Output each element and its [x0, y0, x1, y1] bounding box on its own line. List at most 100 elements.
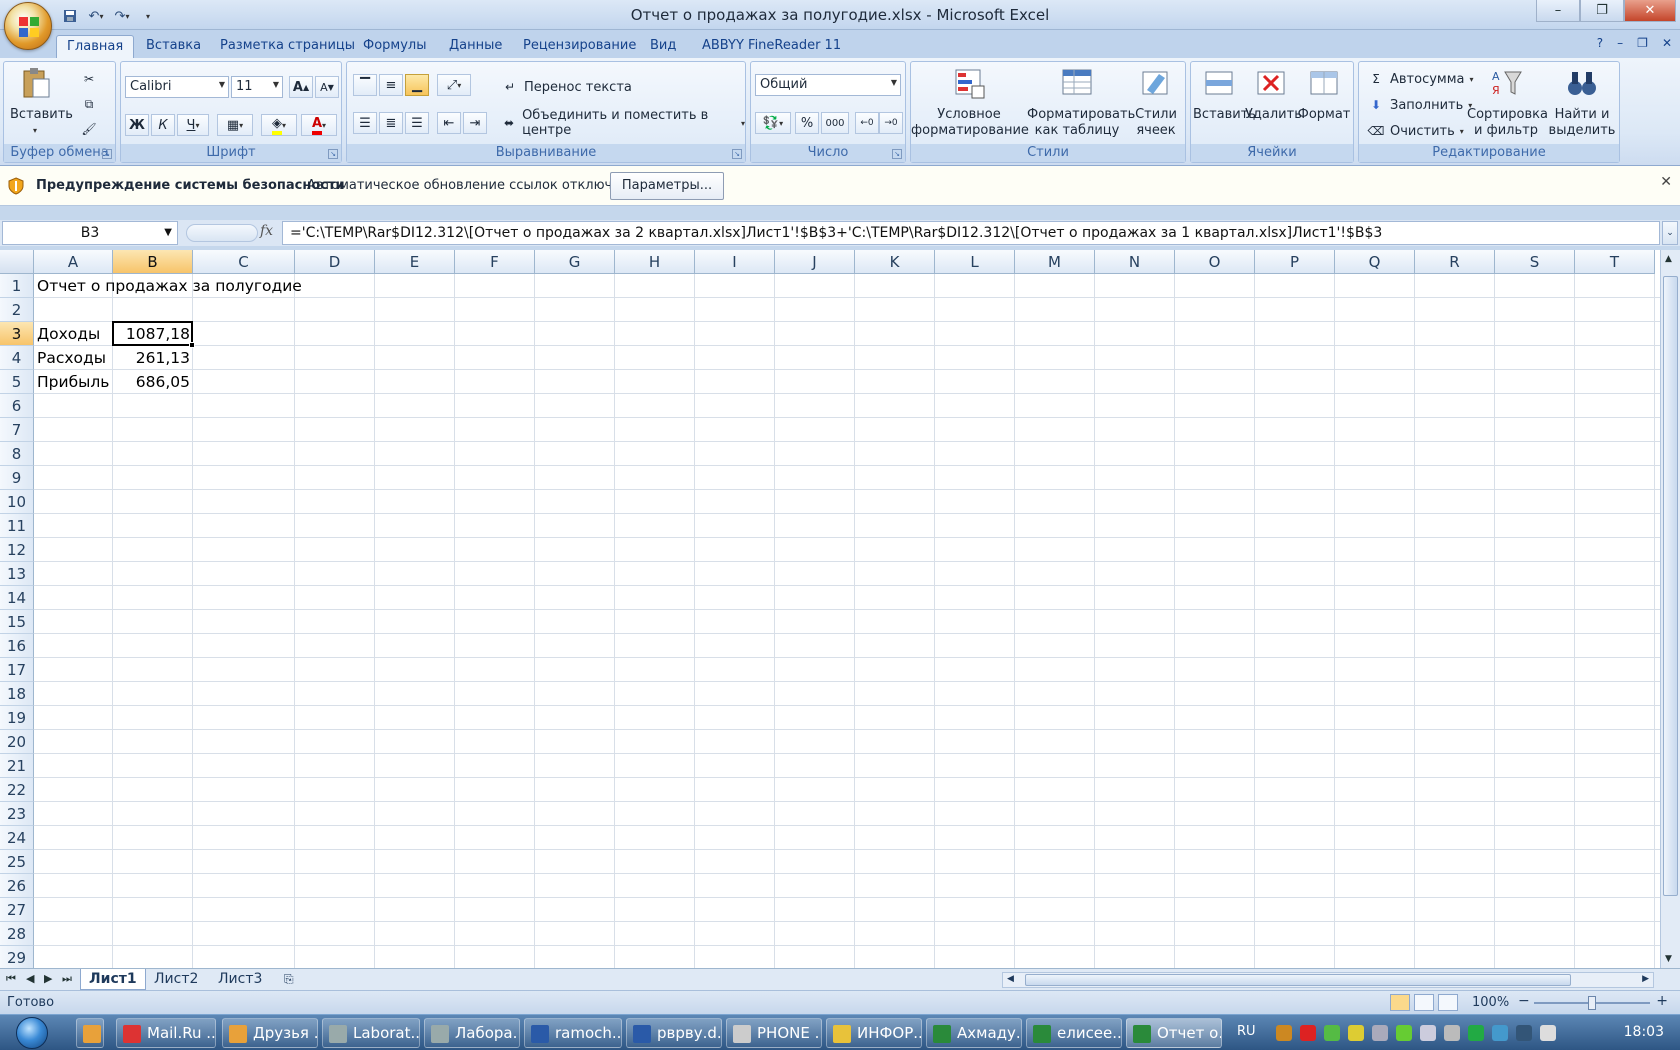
- align-left-button[interactable]: ☰: [353, 112, 377, 134]
- tray-network-icon[interactable]: [1372, 1025, 1388, 1041]
- cell-b5[interactable]: 686,05: [113, 370, 193, 394]
- prev-sheet-icon[interactable]: ◀: [26, 972, 34, 985]
- tray-utility-icon[interactable]: [1396, 1025, 1412, 1041]
- next-sheet-icon[interactable]: ▶: [44, 972, 52, 985]
- fill-color-button[interactable]: ◈ ▾: [261, 114, 297, 136]
- grow-font-button[interactable]: A ▲: [289, 76, 313, 98]
- page-break-view-icon[interactable]: [1438, 994, 1458, 1011]
- horizontal-scrollbar[interactable]: ◀ ▶: [1002, 972, 1654, 988]
- column-header-g[interactable]: G: [535, 250, 615, 274]
- row-header-18[interactable]: 18: [0, 682, 34, 706]
- column-header-q[interactable]: Q: [1335, 250, 1415, 274]
- page-layout-view-icon[interactable]: [1414, 994, 1434, 1011]
- row-header-15[interactable]: 15: [0, 610, 34, 634]
- clipboard-launcher-icon[interactable]: ↘: [102, 149, 112, 159]
- align-bottom-button[interactable]: ▁: [405, 74, 429, 96]
- scroll-up-icon[interactable]: ▲: [1665, 254, 1672, 264]
- ribbon-close-icon[interactable]: ✕: [1662, 36, 1672, 50]
- row-header-27[interactable]: 27: [0, 898, 34, 922]
- taskbar-item[interactable]: Mail.Ru ...: [116, 1018, 216, 1048]
- column-header-s[interactable]: S: [1495, 250, 1575, 274]
- row-header-3[interactable]: 3: [0, 322, 34, 346]
- cell-b4[interactable]: 261,13: [113, 346, 193, 370]
- row-header-28[interactable]: 28: [0, 922, 34, 946]
- row-header-4[interactable]: 4: [0, 346, 34, 370]
- format-as-table-button[interactable]: Форматировать как таблицу: [1027, 66, 1135, 139]
- normal-view-icon[interactable]: [1390, 994, 1410, 1011]
- row-header-24[interactable]: 24: [0, 826, 34, 850]
- cell-a3[interactable]: Доходы: [34, 322, 103, 346]
- format-painter-button[interactable]: 🖌: [80, 118, 98, 140]
- row-header-29[interactable]: 29: [0, 946, 34, 968]
- font-size-combo[interactable]: 11 ▼: [231, 76, 283, 98]
- language-indicator[interactable]: RU: [1237, 1024, 1256, 1039]
- expand-formula-bar-icon[interactable]: ⌄: [1662, 221, 1678, 245]
- number-format-combo[interactable]: Общий ▼: [755, 74, 901, 96]
- tab-home[interactable]: Главная: [56, 35, 135, 58]
- security-close-icon[interactable]: ✕: [1660, 174, 1672, 190]
- tray-antivirus-icon[interactable]: [1300, 1025, 1316, 1041]
- clock[interactable]: 18:03: [1624, 1024, 1664, 1040]
- zoom-out-icon[interactable]: −: [1518, 993, 1530, 1009]
- column-header-j[interactable]: J: [775, 250, 855, 274]
- taskbar-item[interactable]: Ахмаду...: [926, 1018, 1022, 1048]
- paste-button[interactable]: Вставить ▾: [10, 66, 73, 139]
- row-header-12[interactable]: 12: [0, 538, 34, 562]
- row-header-6[interactable]: 6: [0, 394, 34, 418]
- taskbar-media-player[interactable]: [76, 1018, 104, 1048]
- tab-page-layout[interactable]: Разметка страницы: [210, 35, 365, 58]
- taskbar-item[interactable]: Laborat...: [322, 1018, 420, 1048]
- column-header-e[interactable]: E: [375, 250, 455, 274]
- column-header-i[interactable]: I: [695, 250, 775, 274]
- row-header-14[interactable]: 14: [0, 586, 34, 610]
- maximize-button[interactable]: ❐: [1580, 0, 1624, 22]
- cell-a5[interactable]: Прибыль: [34, 370, 112, 394]
- vertical-scroll-thumb[interactable]: [1663, 276, 1678, 896]
- number-launcher-icon[interactable]: ↘: [892, 149, 902, 159]
- font-name-combo[interactable]: Calibri ▼: [125, 76, 229, 98]
- row-header-17[interactable]: 17: [0, 658, 34, 682]
- ribbon-minimize-icon[interactable]: –: [1617, 36, 1623, 50]
- row-header-13[interactable]: 13: [0, 562, 34, 586]
- zoom-level[interactable]: 100%: [1472, 995, 1509, 1010]
- decrease-decimal-button[interactable]: →0: [879, 112, 903, 134]
- align-middle-button[interactable]: ≡: [379, 74, 403, 96]
- cut-button[interactable]: ✂: [80, 68, 98, 90]
- align-right-button[interactable]: ☰: [405, 112, 429, 134]
- alignment-launcher-icon[interactable]: ↘: [732, 149, 742, 159]
- tray-volume-icon[interactable]: [1420, 1025, 1436, 1041]
- scroll-right-icon[interactable]: ▶: [1642, 974, 1649, 984]
- taskbar-item[interactable]: Друзья ...: [222, 1018, 318, 1048]
- horizontal-scroll-thumb[interactable]: [1025, 974, 1571, 986]
- orientation-button[interactable]: ⤢ ▾: [437, 74, 471, 96]
- percent-button[interactable]: %: [795, 112, 819, 134]
- column-header-a[interactable]: A: [34, 250, 113, 274]
- align-center-button[interactable]: ≣: [379, 112, 403, 134]
- row-header-20[interactable]: 20: [0, 730, 34, 754]
- tray-bt-icon[interactable]: [1540, 1025, 1556, 1041]
- scroll-left-icon[interactable]: ◀: [1007, 974, 1014, 984]
- vertical-scrollbar[interactable]: ▲ ▼: [1660, 250, 1680, 968]
- zoom-slider-thumb[interactable]: [1588, 996, 1596, 1010]
- ribbon-restore-icon[interactable]: ❐: [1637, 36, 1648, 50]
- tray-messenger-icon[interactable]: [1324, 1025, 1340, 1041]
- tab-data[interactable]: Данные: [439, 35, 512, 58]
- row-header-5[interactable]: 5: [0, 370, 34, 394]
- taskbar-item[interactable]: ramoch...: [524, 1018, 622, 1048]
- column-header-h[interactable]: H: [615, 250, 695, 274]
- row-header-19[interactable]: 19: [0, 706, 34, 730]
- taskbar-item[interactable]: PHONE ...: [726, 1018, 822, 1048]
- insert-function-icon[interactable]: fx: [260, 223, 273, 239]
- name-box[interactable]: B3 ▼: [2, 221, 178, 245]
- shrink-font-button[interactable]: A ▼: [315, 76, 339, 98]
- increase-decimal-button[interactable]: ←0: [855, 112, 879, 134]
- row-header-21[interactable]: 21: [0, 754, 34, 778]
- row-header-1[interactable]: 1: [0, 274, 34, 298]
- column-header-p[interactable]: P: [1255, 250, 1335, 274]
- row-header-2[interactable]: 2: [0, 298, 34, 322]
- copy-button[interactable]: ⧉: [80, 93, 98, 115]
- start-button[interactable]: [8, 1015, 60, 1050]
- taskbar-item[interactable]: рврву.d...: [626, 1018, 722, 1048]
- tab-review[interactable]: Рецензирование: [513, 35, 646, 58]
- column-header-n[interactable]: N: [1095, 250, 1175, 274]
